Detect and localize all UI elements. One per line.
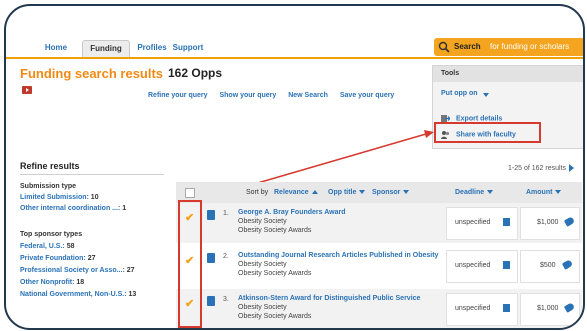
deadline-value: unspecified (455, 262, 491, 269)
opp-sponsor: Obesity Society (238, 304, 287, 311)
amount-value: $1,000 (537, 305, 559, 312)
opp-program: Obesity Society Awards (238, 270, 312, 277)
opp-title-link[interactable]: Outstanding Journal Research Articles Pu… (238, 252, 438, 259)
table-row[interactable]: ✔ 1. George A. Bray Founders Award Obesi… (176, 203, 582, 243)
sort-sponsor[interactable]: Sponsor (372, 189, 410, 196)
table-row[interactable]: ✔ 3. Atkinson-Stern Award for Distinguis… (176, 289, 582, 328)
calendar-icon[interactable] (503, 218, 510, 226)
amount-value: $500 (540, 262, 556, 269)
row-number: 1. (223, 210, 229, 217)
deadline-cell: unspecified (446, 207, 518, 240)
divider (20, 174, 164, 175)
sort-down-icon (555, 190, 562, 195)
opp-program: Obesity Society Awards (238, 227, 312, 234)
sort-relevance[interactable]: Relevance (274, 189, 318, 196)
amount-cell: $1,000 (520, 293, 580, 326)
filter-national-government[interactable]: National Government, Non-U.S.: 13 (20, 291, 136, 298)
tag-icon[interactable] (561, 259, 574, 270)
deadline-cell: unspecified (446, 293, 518, 326)
filter-federal[interactable]: Federal, U.S.: 58 (20, 243, 74, 250)
row-number: 2. (223, 253, 229, 260)
table-row[interactable]: ✔ 2. Outstanding Journal Research Articl… (176, 246, 582, 286)
sort-down-icon (359, 190, 366, 195)
row-number: 3. (223, 296, 229, 303)
filter-private-foundation[interactable]: Private Foundation: 27 (20, 255, 95, 262)
refine-heading: Refine results (20, 161, 80, 171)
sponsor-types-title: Top sponsor types (20, 231, 83, 238)
sort-by-label: Sort by (246, 189, 269, 196)
amount-cell: $500 (520, 250, 580, 283)
opp-sponsor: Obesity Society (238, 261, 287, 268)
calendar-icon[interactable] (503, 304, 510, 312)
results-header: Sort by Relevance Opp title Sponsor Dead… (176, 182, 582, 204)
filter-limited-submission[interactable]: Limited Submission: 10 (20, 194, 99, 201)
opp-title-link[interactable]: George A. Bray Founders Award (238, 209, 346, 216)
opp-program: Obesity Society Awards (238, 313, 312, 320)
sort-down-icon (487, 190, 494, 195)
submission-type-title: Submission type (20, 183, 77, 190)
sort-deadline[interactable]: Deadline (455, 189, 494, 196)
amount-value: $1,000 (537, 219, 559, 226)
sort-opp-title[interactable]: Opp title (328, 189, 366, 196)
tag-icon[interactable] (563, 302, 576, 313)
sort-down-icon (403, 190, 410, 195)
sort-amount[interactable]: Amount (526, 189, 562, 196)
checkbox-highlight-box (178, 200, 202, 328)
deadline-value: unspecified (455, 219, 491, 226)
amount-cell: $1,000 (520, 207, 580, 240)
filter-other-internal[interactable]: Other internal coordination ...: 1 (20, 205, 126, 212)
deadline-cell: unspecified (446, 250, 518, 283)
screenshot-frame: Home Funding Profiles Support Search for… (4, 4, 585, 330)
document-icon (207, 253, 215, 263)
filter-professional-society[interactable]: Professional Society or Asso...: 27 (20, 267, 135, 274)
document-icon (207, 296, 215, 306)
opp-sponsor: Obesity Society (238, 218, 287, 225)
next-page-icon[interactable] (569, 164, 574, 172)
results-range: 1-25 of 162 results (508, 165, 566, 172)
tag-icon[interactable] (563, 216, 576, 227)
calendar-icon[interactable] (503, 261, 510, 269)
select-all-checkbox[interactable] (185, 188, 195, 198)
opp-title-link[interactable]: Atkinson-Stern Award for Distinguished P… (238, 295, 420, 302)
filter-other-nonprofit[interactable]: Other Nonprofit: 18 (20, 279, 84, 286)
sort-up-icon (311, 190, 318, 195)
document-icon (207, 210, 215, 220)
deadline-value: unspecified (455, 305, 491, 312)
